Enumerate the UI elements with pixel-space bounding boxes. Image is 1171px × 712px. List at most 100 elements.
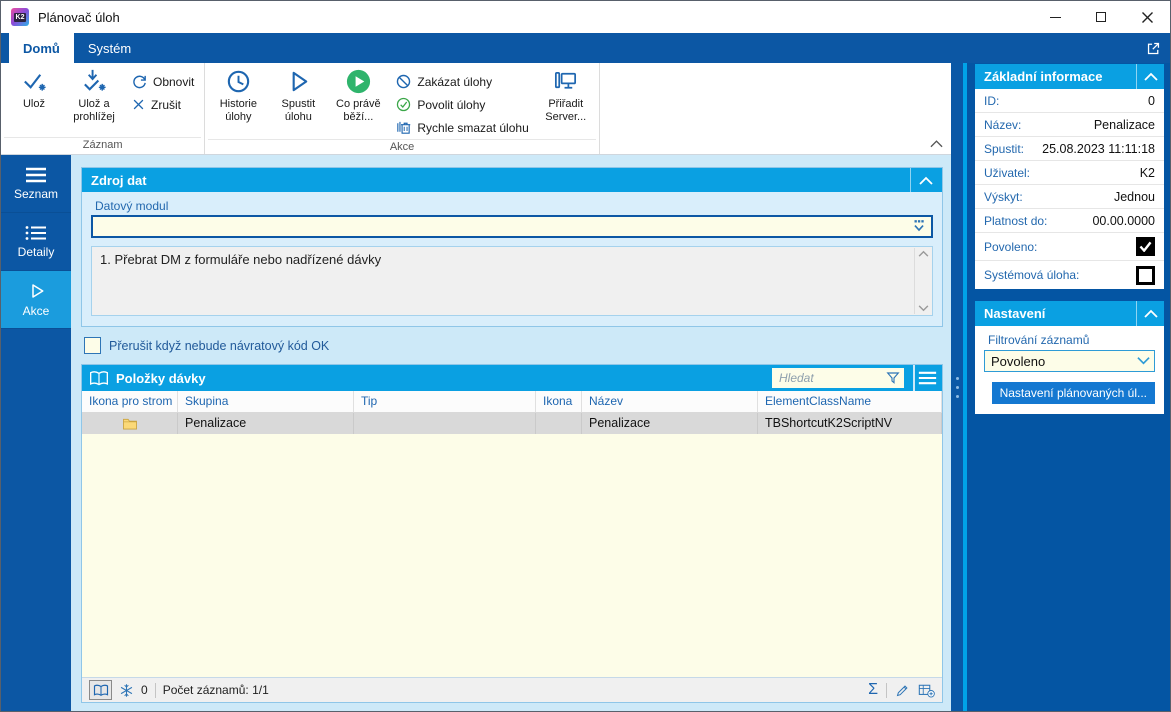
window-title: Plánovač úloh: [38, 9, 120, 25]
popout-panel-button[interactable]: [1136, 33, 1170, 63]
collapse-zakladni-informace-button[interactable]: [1136, 64, 1164, 89]
dm-source-item[interactable]: 1. Přebrat DM z formuláře nebo nadřízené…: [100, 252, 381, 267]
book-view-button[interactable]: [89, 680, 112, 700]
frozen-count: 0: [141, 683, 148, 697]
minimize-button[interactable]: [1032, 1, 1078, 33]
sum-button[interactable]: Σ: [868, 682, 878, 698]
details-list-icon: [25, 225, 46, 240]
datovy-modul-input[interactable]: [91, 215, 933, 238]
task-history-button[interactable]: Historie úlohy: [208, 66, 268, 123]
save-view-icon: [83, 69, 106, 91]
chevron-up-icon: [918, 176, 933, 185]
ribbon-group-akce: Historie úlohy Spustit úlohu Co právě bě…: [205, 63, 600, 155]
col-header-tip[interactable]: Tip: [354, 391, 536, 412]
chevron-up-icon: [1143, 309, 1158, 318]
card-zakladni-informace: Základní informace ID: 0 Název: Penaliza…: [975, 64, 1164, 289]
row-tree-icon-cell: [82, 413, 178, 434]
group-label-akce: Akce: [208, 139, 596, 155]
sidebar-item-akce[interactable]: Akce: [1, 271, 71, 329]
panel-splitter[interactable]: [951, 63, 963, 711]
book-icon: [90, 370, 108, 385]
nastaveni-title: Nastavení: [984, 306, 1046, 321]
col-header-nazev[interactable]: Název: [582, 391, 758, 412]
play-outline-icon: [32, 283, 44, 298]
assign-server-button[interactable]: Přiřadit Server...: [536, 66, 596, 123]
ribbon-group-zaznam: Ulož Ulož a prohlížej Obnovit Zrušit Záz…: [1, 63, 206, 154]
info-row-spustit: Spustit: 25.08.2023 11:11:18: [975, 137, 1164, 161]
collapse-ribbon-button[interactable]: [930, 137, 943, 151]
interrupt-checkbox-row: Přerušit když nebude návratový kód OK: [84, 337, 943, 354]
interrupt-checkbox-label: Přerušit když nebude návratový kód OK: [109, 338, 330, 353]
server-monitor-icon: [555, 71, 577, 89]
quick-delete-task-button[interactable]: Rychle smazat úlohu: [392, 116, 531, 139]
save-check-icon: [23, 74, 46, 91]
table-row[interactable]: Penalizace Penalizace TBShortcutK2Script…: [82, 413, 942, 434]
sidebar-item-seznam[interactable]: Seznam: [1, 155, 71, 213]
chevron-up-icon: [1143, 72, 1158, 81]
trash-icon: [397, 121, 411, 134]
row-skupina-cell: Penalizace: [178, 413, 354, 434]
section-polozky-davky: Položky dávky Hledat Ikona pro strom Sku…: [81, 364, 943, 703]
col-header-ikona-pro-strom[interactable]: Ikona pro strom: [82, 391, 178, 412]
scheduled-tasks-settings-button[interactable]: Nastavení plánovaných úl...: [991, 382, 1155, 404]
currently-running-button[interactable]: Co právě běží...: [328, 66, 388, 123]
freeze-snowflake-icon[interactable]: [119, 683, 134, 698]
filter-funnel-button[interactable]: [885, 370, 901, 389]
splitter-handle-dot: [955, 376, 959, 380]
save-and-view-button[interactable]: Ulož a prohlížej: [64, 66, 124, 123]
zakladni-informace-title: Základní informace: [984, 69, 1103, 84]
cancel-button[interactable]: Zrušit: [128, 93, 197, 116]
close-button[interactable]: [1124, 1, 1170, 33]
interrupt-checkbox[interactable]: [84, 337, 101, 354]
block-icon: [397, 74, 411, 89]
collapse-zdroj-dat-button[interactable]: [910, 168, 940, 192]
enable-tasks-button[interactable]: Povolit úlohy: [392, 93, 531, 116]
refresh-button[interactable]: Obnovit: [128, 70, 197, 93]
collapse-nastaveni-button[interactable]: [1136, 301, 1164, 326]
col-header-skupina[interactable]: Skupina: [178, 391, 354, 412]
k2-logo-icon: K2: [11, 8, 29, 26]
edit-pencil-button[interactable]: [895, 683, 910, 698]
row-elementclassname-cell: TBShortcutK2ScriptNV: [758, 413, 942, 434]
table-empty-area: [82, 434, 942, 677]
nastaveni-header: Nastavení: [975, 301, 1164, 326]
play-green-icon: [346, 69, 370, 94]
main-content: Zdroj dat Datový modul 1. Přebrat DM z f…: [71, 155, 951, 711]
run-task-button[interactable]: Spustit úlohu: [268, 66, 328, 123]
systemova-uloha-checkbox[interactable]: [1136, 265, 1155, 285]
add-record-button[interactable]: [918, 683, 935, 698]
filter-select[interactable]: Povoleno: [984, 350, 1155, 372]
chevron-up-icon: [930, 140, 943, 148]
col-header-ikona[interactable]: Ikona: [536, 391, 582, 412]
sidebar-item-detaily[interactable]: Detaily: [1, 213, 71, 271]
row-ikona-cell: [536, 413, 582, 434]
left-sidebar: Seznam Detaily Akce: [1, 155, 71, 711]
combo-dropdown-button[interactable]: [910, 217, 928, 238]
close-icon: [1141, 11, 1153, 23]
tab-system[interactable]: Systém: [74, 33, 145, 63]
zdroj-dat-header: Zdroj dat: [82, 168, 942, 192]
info-row-nazev: Název: Penalizace: [975, 113, 1164, 137]
play-outline-icon: [292, 71, 308, 92]
table-menu-button[interactable]: [913, 365, 939, 391]
dm-source-listbox[interactable]: 1. Přebrat DM z formuláře nebo nadřízené…: [91, 246, 933, 316]
save-button[interactable]: Ulož: [4, 66, 64, 111]
disable-tasks-button[interactable]: Zakázat úlohy: [392, 70, 531, 93]
splitter-handle-dot: [955, 394, 959, 398]
info-row-systemova-uloha: Systémová úloha:: [975, 261, 1164, 289]
table-header-row: Ikona pro strom Skupina Tip Ikona Název …: [82, 391, 942, 413]
list-icon: [26, 167, 46, 182]
povoleno-checkbox[interactable]: [1136, 237, 1155, 256]
tab-home[interactable]: Domů: [9, 33, 74, 63]
card-nastaveni: Nastavení Filtrování záznamů Povoleno Na…: [975, 301, 1164, 414]
maximize-button[interactable]: [1078, 1, 1124, 33]
lookup-chevron-icon: [914, 220, 924, 232]
section-zdroj-dat: Zdroj dat Datový modul 1. Přebrat DM z f…: [81, 167, 943, 327]
polozky-davky-header: Položky dávky: [82, 365, 942, 391]
ribbon: Ulož Ulož a prohlížej Obnovit Zrušit Záz…: [1, 63, 951, 155]
cancel-x-icon: [133, 99, 144, 110]
right-panel: Základní informace ID: 0 Název: Penaliza…: [963, 63, 1170, 711]
filter-selected-value: Povoleno: [991, 353, 1046, 369]
listbox-scrollbar[interactable]: [914, 248, 931, 314]
col-header-elementclassname[interactable]: ElementClassName: [758, 391, 942, 412]
